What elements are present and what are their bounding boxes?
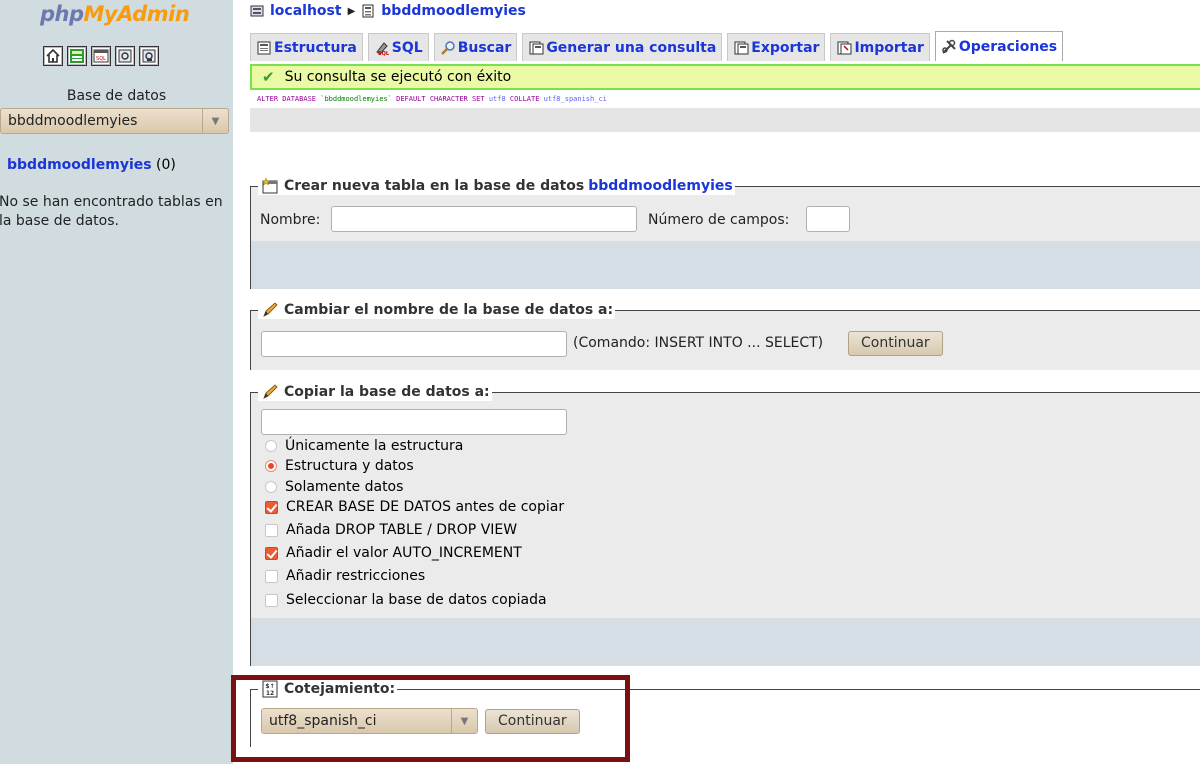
nav-database-link[interactable]: bbddmoodlemyies (0): [7, 157, 176, 173]
navigation-panel: phpMyAdmin SQL Base de datos bbddmoodlem…: [0, 0, 233, 764]
checkbox[interactable]: [265, 593, 278, 607]
tab-bar: Estructura SQL SQL Buscar Generar una co…: [250, 31, 1064, 61]
search-icon: [440, 40, 455, 55]
rename-database-input[interactable]: [261, 331, 567, 357]
tab-importar[interactable]: Importar: [830, 33, 930, 61]
svg-text:12: 12: [266, 690, 274, 697]
radio-button[interactable]: [265, 481, 277, 493]
no-tables-message: No se han encontrado tablas en la base d…: [0, 194, 223, 229]
import-icon: [837, 41, 852, 54]
phpmyadmin-logo[interactable]: phpMyAdmin: [40, 2, 190, 26]
sql-query-text: ALTER DATABASE `bbddmoodlemyies` DEFAULT…: [250, 92, 1200, 108]
collation-legend: $↑ 12 Cotejamiento:: [258, 680, 398, 698]
radio-button[interactable]: [265, 440, 277, 452]
server-icon: [250, 5, 264, 17]
tab-buscar[interactable]: Buscar: [433, 33, 518, 61]
copy-check-select-copied[interactable]: Seleccionar la base de datos copiada: [265, 592, 547, 608]
rename-continue-button[interactable]: Continuar: [848, 331, 943, 356]
checkbox[interactable]: [265, 523, 278, 537]
copy-check-constraints[interactable]: Añadir restricciones: [265, 568, 425, 584]
tab-operaciones[interactable]: Operaciones: [934, 31, 1064, 61]
copy-radio-data-only[interactable]: Solamente datos: [265, 479, 403, 495]
rename-database-fieldset: Cambiar el nombre de la base de datos a:…: [250, 300, 1200, 370]
operations-icon: [942, 39, 956, 54]
exit-icon[interactable]: [67, 46, 87, 66]
collation-continue-button[interactable]: Continuar: [485, 709, 580, 734]
chevron-down-icon: ▼: [451, 709, 477, 733]
chevron-down-icon: ▼: [202, 109, 228, 133]
docs-icon[interactable]: [115, 46, 135, 66]
pencil-icon: [263, 384, 278, 399]
copy-radio-structure-and-data[interactable]: Estructura y datos: [265, 458, 414, 474]
checkbox-checked[interactable]: [265, 546, 278, 560]
breadcrumb: localhost ▶ bbddmoodlemyies: [250, 3, 526, 19]
tab-exportar[interactable]: Exportar: [727, 33, 826, 61]
quick-icons: SQL: [43, 46, 159, 66]
database-label: Base de datos: [66, 88, 167, 104]
breadcrumb-database[interactable]: bbddmoodlemyies: [381, 3, 526, 19]
query-icon: [529, 41, 544, 54]
breadcrumb-separator-icon: ▶: [347, 5, 356, 17]
copy-database-fieldset: Copiar la base de datos a: Únicamente la…: [250, 383, 1200, 666]
tab-generar-consulta[interactable]: Generar una consulta: [522, 33, 723, 61]
copy-database-input[interactable]: [261, 409, 567, 435]
copy-check-auto-increment[interactable]: Añadir el valor AUTO_INCREMENT: [265, 545, 522, 561]
create-table-legend: Crear nueva tabla en la base de datos bb…: [258, 177, 735, 195]
fields-count-label: Número de campos:: [648, 212, 790, 228]
copy-legend: Copiar la base de datos a:: [258, 383, 492, 401]
pencil-icon: [263, 302, 278, 317]
export-icon: [734, 41, 749, 54]
svg-text:$↑: $↑: [265, 683, 274, 690]
rename-command-note: (Comando: INSERT INTO ... SELECT): [573, 335, 824, 351]
database-icon: [362, 4, 374, 18]
home-icon[interactable]: [43, 46, 63, 66]
tab-estructura[interactable]: Estructura: [250, 33, 363, 61]
checkmark-icon: ✔: [262, 68, 275, 86]
structure-icon: [257, 41, 271, 54]
collation-select[interactable]: utf8_spanish_ci ▼: [261, 708, 478, 734]
table-name-input[interactable]: [331, 206, 637, 232]
svg-text:SQL: SQL: [378, 51, 390, 56]
checkbox[interactable]: [265, 569, 278, 583]
copy-radio-structure-only[interactable]: Únicamente la estructura: [265, 438, 463, 454]
sql-icon: SQL: [376, 41, 390, 56]
copy-check-drop-table[interactable]: Añada DROP TABLE / DROP VIEW: [265, 522, 517, 538]
mysql-docs-icon[interactable]: [139, 46, 159, 66]
table-name-label: Nombre:: [260, 212, 321, 228]
breadcrumb-server[interactable]: localhost: [270, 3, 342, 19]
sql-query-icon[interactable]: SQL: [91, 46, 111, 66]
svg-text:SQL: SQL: [96, 56, 106, 62]
success-message: ✔ Su consulta se ejecutó con éxito: [250, 64, 1200, 90]
rename-legend: Cambiar el nombre de la base de datos a:: [258, 301, 616, 319]
database-select[interactable]: bbddmoodlemyies ▼: [0, 108, 229, 134]
create-table-fieldset: Crear nueva tabla en la base de datos bb…: [250, 177, 1200, 289]
checkbox-checked[interactable]: [265, 500, 278, 514]
radio-button-selected[interactable]: [265, 460, 277, 472]
sql-query-box: ALTER DATABASE `bbddmoodlemyies` DEFAULT…: [250, 92, 1200, 132]
collation-fieldset: $↑ 12 Cotejamiento: utf8_spanish_ci ▼ Con…: [250, 679, 1200, 747]
fields-count-input[interactable]: [806, 206, 850, 232]
copy-check-create-database[interactable]: CREAR BASE DE DATOS antes de copiar: [265, 499, 564, 515]
sort-collation-icon: $↑12: [262, 680, 278, 698]
tab-sql[interactable]: SQL SQL: [367, 33, 429, 61]
new-table-icon: [261, 177, 278, 194]
